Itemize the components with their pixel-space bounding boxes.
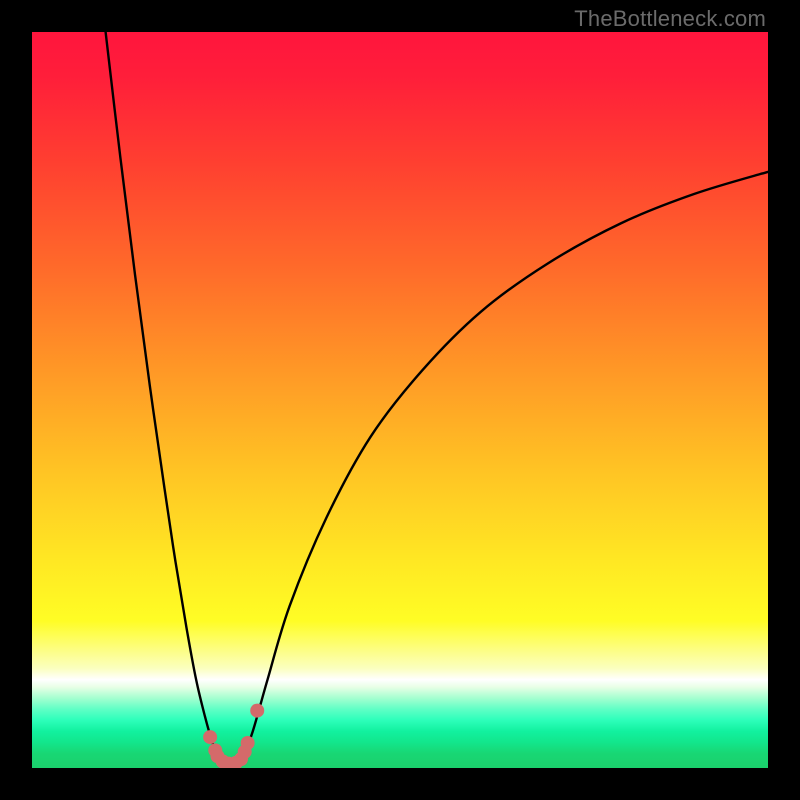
watermark-text: TheBottleneck.com [574,6,766,32]
valley-marker-group [203,704,264,768]
chart-svg [32,32,768,768]
chart-frame: TheBottleneck.com [0,0,800,800]
bottleneck-curve [106,32,768,765]
valley-marker [250,704,264,718]
plot-area [32,32,768,768]
valley-marker [241,736,255,750]
valley-marker [203,730,217,744]
